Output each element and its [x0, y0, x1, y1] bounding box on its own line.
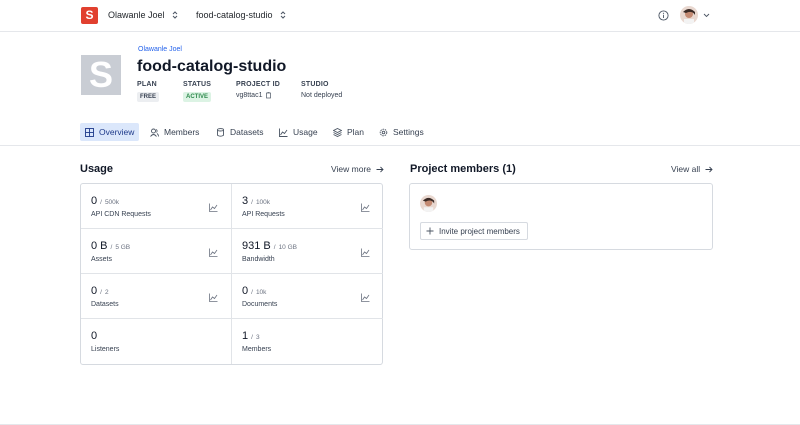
- chart-icon[interactable]: [209, 293, 218, 302]
- usage-limit: 500k: [105, 199, 119, 206]
- usage-limit: 100k: [256, 199, 270, 206]
- chevron-up-down-icon: [279, 10, 287, 20]
- tab-plan[interactable]: Plan: [328, 123, 369, 141]
- view-more-label: View more: [331, 164, 371, 174]
- overview-icon: [85, 128, 94, 137]
- info-icon[interactable]: [658, 10, 669, 21]
- chart-icon[interactable]: [209, 248, 218, 257]
- view-all-label: View all: [671, 164, 700, 174]
- studio-label: STUDIO: [301, 81, 342, 88]
- usage-name: Bandwidth: [242, 256, 275, 263]
- usage-name: API Requests: [242, 211, 285, 218]
- user-menu[interactable]: [680, 6, 710, 24]
- tab-usage[interactable]: Usage: [274, 123, 323, 141]
- usage-value: 931 B: [242, 240, 271, 252]
- usage-cell-assets: 0 B/5 GB Assets: [81, 229, 232, 274]
- plan-label: PLAN: [137, 81, 159, 88]
- gear-icon: [379, 128, 388, 137]
- project-id-meta: PROJECT ID vg8ttac1: [236, 81, 280, 99]
- usage-name: Members: [242, 346, 271, 353]
- tab-label: Members: [164, 127, 199, 137]
- status-label: STATUS: [183, 81, 211, 88]
- plus-icon: [426, 227, 434, 235]
- usage-value: 0: [91, 285, 97, 297]
- usage-name: Documents: [242, 301, 277, 308]
- usage-cell-bandwidth: 931 B/10 GB Bandwidth: [232, 229, 383, 274]
- usage-limit: 2: [105, 289, 109, 296]
- status-meta: STATUS ACTIVE: [183, 81, 211, 102]
- tab-label: Settings: [393, 127, 424, 137]
- usage-name: Assets: [91, 256, 112, 263]
- tab-label: Plan: [347, 127, 364, 137]
- chevron-down-icon: [703, 13, 710, 18]
- usage-value: 0: [91, 195, 97, 207]
- project-header: S Olawanle Joel food-catalog-studio PLAN…: [81, 46, 721, 116]
- page-title: food-catalog-studio: [137, 58, 286, 76]
- plan-meta: PLAN FREE: [137, 81, 159, 102]
- usage-value: 0: [91, 330, 97, 342]
- usage-value: 0: [242, 285, 248, 297]
- tab-settings[interactable]: Settings: [374, 123, 429, 141]
- usage-limit: 3: [256, 334, 260, 341]
- plan-badge: FREE: [137, 92, 159, 102]
- sanity-logo[interactable]: S: [81, 7, 98, 24]
- studio-meta: STUDIO Not deployed: [301, 81, 342, 99]
- studio-value: Not deployed: [301, 92, 342, 99]
- view-all-link[interactable]: View all: [671, 164, 713, 174]
- chart-icon: [279, 128, 288, 137]
- tab-label: Usage: [293, 127, 318, 137]
- tab-overview[interactable]: Overview: [80, 123, 139, 141]
- members-panel: Invite project members: [409, 183, 713, 250]
- top-bar: S Olawanle Joel food-catalog-studio: [0, 0, 800, 32]
- usage-limit: 5 GB: [115, 244, 130, 251]
- org-switcher[interactable]: Olawanle Joel: [108, 10, 179, 20]
- tab-members[interactable]: Members: [145, 123, 204, 141]
- chevron-up-down-icon: [171, 10, 179, 20]
- usage-cell-datasets: 0/2 Datasets: [81, 274, 232, 319]
- view-more-link[interactable]: View more: [331, 164, 384, 174]
- usage-cell-api-cdn-requests: 0/500k API CDN Requests: [81, 184, 232, 229]
- member-avatar[interactable]: [420, 195, 437, 212]
- invite-members-button[interactable]: Invite project members: [420, 222, 528, 240]
- tab-label: Overview: [99, 127, 134, 137]
- invite-label: Invite project members: [439, 227, 520, 236]
- project-name: food-catalog-studio: [196, 10, 273, 20]
- members-icon: [150, 128, 159, 137]
- usage-limit: 10k: [256, 289, 266, 296]
- usage-cell-documents: 0/10k Documents: [232, 274, 383, 319]
- usage-name: API CDN Requests: [91, 211, 151, 218]
- project-id-value: vg8ttac1: [236, 92, 262, 99]
- usage-cell-listeners: 0 Listeners: [81, 319, 232, 364]
- user-avatar: [680, 6, 698, 24]
- usage-cell-members: 1/3 Members: [232, 319, 383, 364]
- usage-value: 1: [242, 330, 248, 342]
- chart-icon[interactable]: [209, 203, 218, 212]
- usage-title: Usage: [80, 163, 113, 175]
- org-link[interactable]: Olawanle Joel: [138, 46, 182, 53]
- usage-value: 3: [242, 195, 248, 207]
- copy-icon[interactable]: [265, 92, 272, 99]
- tab-bar: Overview Members Datasets Usage Plan Set…: [0, 120, 800, 146]
- usage-cell-api-requests: 3/100k API Requests: [232, 184, 383, 229]
- status-badge: ACTIVE: [183, 92, 211, 102]
- members-title: Project members (1): [410, 163, 516, 175]
- tab-datasets[interactable]: Datasets: [211, 123, 269, 141]
- usage-limit: 10 GB: [279, 244, 297, 251]
- usage-name: Listeners: [91, 346, 119, 353]
- arrow-right-icon: [376, 166, 384, 173]
- database-icon: [216, 128, 225, 137]
- layers-icon: [333, 128, 342, 137]
- usage-value: 0 B: [91, 240, 108, 252]
- project-id-label: PROJECT ID: [236, 81, 280, 88]
- tab-label: Datasets: [230, 127, 264, 137]
- arrow-right-icon: [705, 166, 713, 173]
- chart-icon[interactable]: [361, 293, 370, 302]
- project-logo: S: [81, 55, 121, 95]
- chart-icon[interactable]: [361, 203, 370, 212]
- org-name: Olawanle Joel: [108, 10, 165, 20]
- usage-name: Datasets: [91, 301, 119, 308]
- project-switcher[interactable]: food-catalog-studio: [196, 10, 287, 20]
- usage-grid: 0/500k API CDN Requests 3/100k API Reque…: [80, 183, 383, 365]
- chart-icon[interactable]: [361, 248, 370, 257]
